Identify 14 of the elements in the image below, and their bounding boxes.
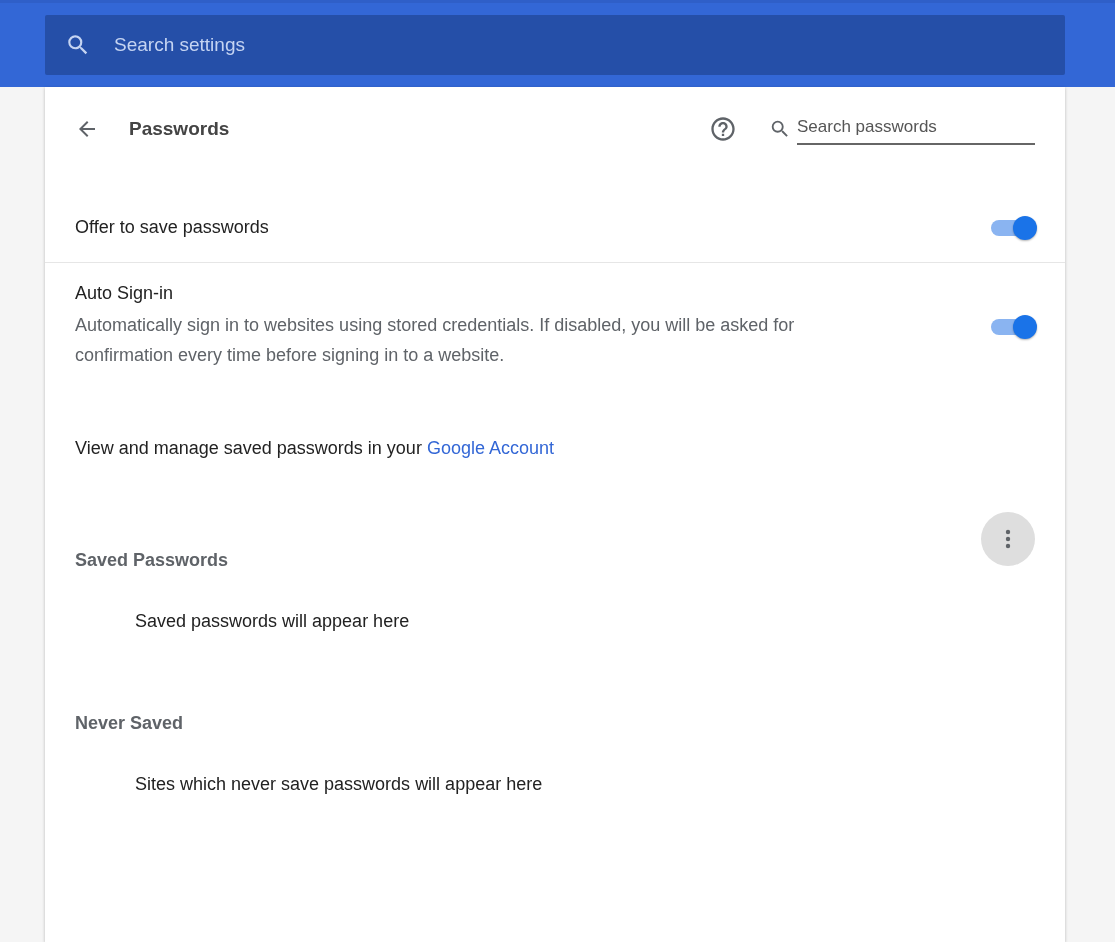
account-sentence: View and manage saved passwords in your Google Account: [75, 438, 554, 458]
section-heading: Saved Passwords: [75, 549, 229, 571]
search-settings-field[interactable]: Search settings: [45, 15, 1065, 75]
empty-list-message: Saved passwords will appear here: [134, 610, 411, 633]
page-title: Passwords: [129, 118, 230, 140]
google-account-link[interactable]: Google Account: [426, 438, 554, 458]
empty-list-message: Sites which never save passwords will appear here: [134, 773, 544, 796]
setting-label: Offer to save passwords: [75, 217, 270, 238]
setting-description: Automatically sign in to websites using stored credentials. If disabled, you will be asked for confirmation every time before signing in to a website.: [75, 314, 796, 367]
help-icon[interactable]: [709, 115, 737, 143]
section-heading: Never Saved: [75, 712, 184, 734]
vertical-dots-icon: [1005, 529, 1011, 549]
setting-label: Auto Sign-in: [75, 283, 175, 304]
search-icon: [769, 118, 791, 140]
